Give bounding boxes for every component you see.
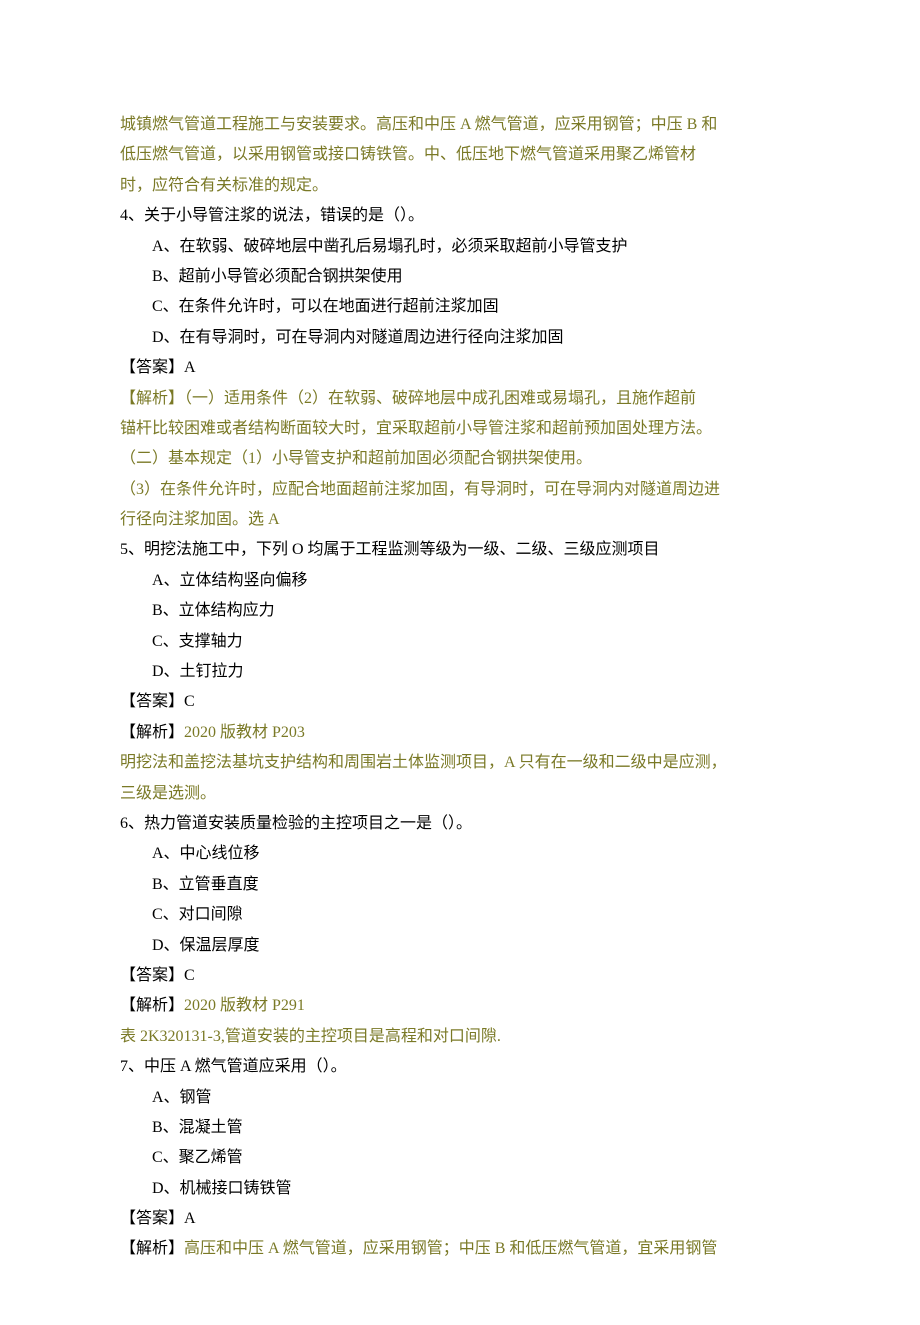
text-line: 【解析】2020 版教材 P291 <box>120 991 800 1021</box>
text-line: 【解析】高压和中压 A 燃气管道，应采用钢管；中压 B 和低压燃气管道，宜采用钢… <box>120 1234 800 1264</box>
page-body: 城镇燃气管道工程施工与安装要求。高压和中压 A 燃气管道，应采用钢管；中压 B … <box>0 0 920 1325</box>
text-line: 【答案】C <box>120 687 800 717</box>
text-line: 行径向注浆加固。选 A <box>120 505 800 535</box>
text-line: B、混凝土管 <box>120 1113 800 1143</box>
text-line: （3）在条件允许时，应配合地面超前注浆加固，有导洞时，可在导洞内对隧道周边进 <box>120 475 800 505</box>
text-line: 时，应符合有关标准的规定。 <box>120 171 800 201</box>
text-line: B、超前小导管必须配合钢拱架使用 <box>120 262 800 292</box>
text-fragment: 【解析】 <box>120 724 184 741</box>
text-line: A、中心线位移 <box>120 839 800 869</box>
text-fragment: 2020 版教材 P203 <box>184 724 305 741</box>
text-line: D、保温层厚度 <box>120 931 800 961</box>
text-line: 【答案】C <box>120 961 800 991</box>
text-line: D、在有导洞时，可在导洞内对隧道周边进行径向注浆加固 <box>120 323 800 353</box>
text-line: 【答案】A <box>120 1204 800 1234</box>
text-line: 表 2K320131-3,管道安装的主控项目是高程和对口间隙. <box>120 1022 800 1052</box>
text-line: C、支撑轴力 <box>120 627 800 657</box>
text-line: 4、关于小导管注浆的说法，错误的是（）。 <box>120 201 800 231</box>
text-fragment: 【解析】 <box>120 1240 184 1257</box>
text-fragment: 高压和中压 A 燃气管道，应采用钢管；中压 B 和低压燃气管道，宜采用钢管 <box>184 1240 717 1257</box>
text-fragment: 【解析】 <box>120 997 184 1014</box>
text-fragment: 2020 版教材 P291 <box>184 997 305 1014</box>
text-line: 城镇燃气管道工程施工与安装要求。高压和中压 A 燃气管道，应采用钢管；中压 B … <box>120 110 800 140</box>
text-line: 6、热力管道安装质量检验的主控项目之一是（）。 <box>120 809 800 839</box>
text-line: B、立体结构应力 <box>120 596 800 626</box>
text-line: 三级是选测。 <box>120 779 800 809</box>
text-line: D、机械接口铸铁管 <box>120 1174 800 1204</box>
text-line: A、在软弱、破碎地层中凿孔后易塌孔时，必须采取超前小导管支护 <box>120 232 800 262</box>
text-line: 【答案】A <box>120 353 800 383</box>
text-line: 7、中压 A 燃气管道应采用（）。 <box>120 1052 800 1082</box>
text-line: 【解析】（一）适用条件（2）在软弱、破碎地层中成孔困难或易塌孔，且施作超前 <box>120 384 800 414</box>
text-line: 明挖法和盖挖法基坑支护结构和周围岩土体监测项目，A 只有在一级和二级中是应测， <box>120 748 800 778</box>
text-line: A、钢管 <box>120 1083 800 1113</box>
text-line: B、立管垂直度 <box>120 870 800 900</box>
text-line: C、对口间隙 <box>120 900 800 930</box>
text-line: 【解析】2020 版教材 P203 <box>120 718 800 748</box>
text-line: 5、明挖法施工中，下列 O 均属于工程监测等级为一级、二级、三级应测项目 <box>120 535 800 565</box>
text-line: 低压燃气管道，以采用钢管或接口铸铁管。中、低压地下燃气管道采用聚乙烯管材 <box>120 140 800 170</box>
text-line: C、在条件允许时，可以在地面进行超前注浆加固 <box>120 292 800 322</box>
text-line: C、聚乙烯管 <box>120 1143 800 1173</box>
text-line: A、立体结构竖向偏移 <box>120 566 800 596</box>
text-line: （二）基本规定（1）小导管支护和超前加固必须配合钢拱架使用。 <box>120 444 800 474</box>
text-line: 锚杆比较困难或者结构断面较大时，宜采取超前小导管注浆和超前预加固处理方法。 <box>120 414 800 444</box>
text-line: D、土钉拉力 <box>120 657 800 687</box>
